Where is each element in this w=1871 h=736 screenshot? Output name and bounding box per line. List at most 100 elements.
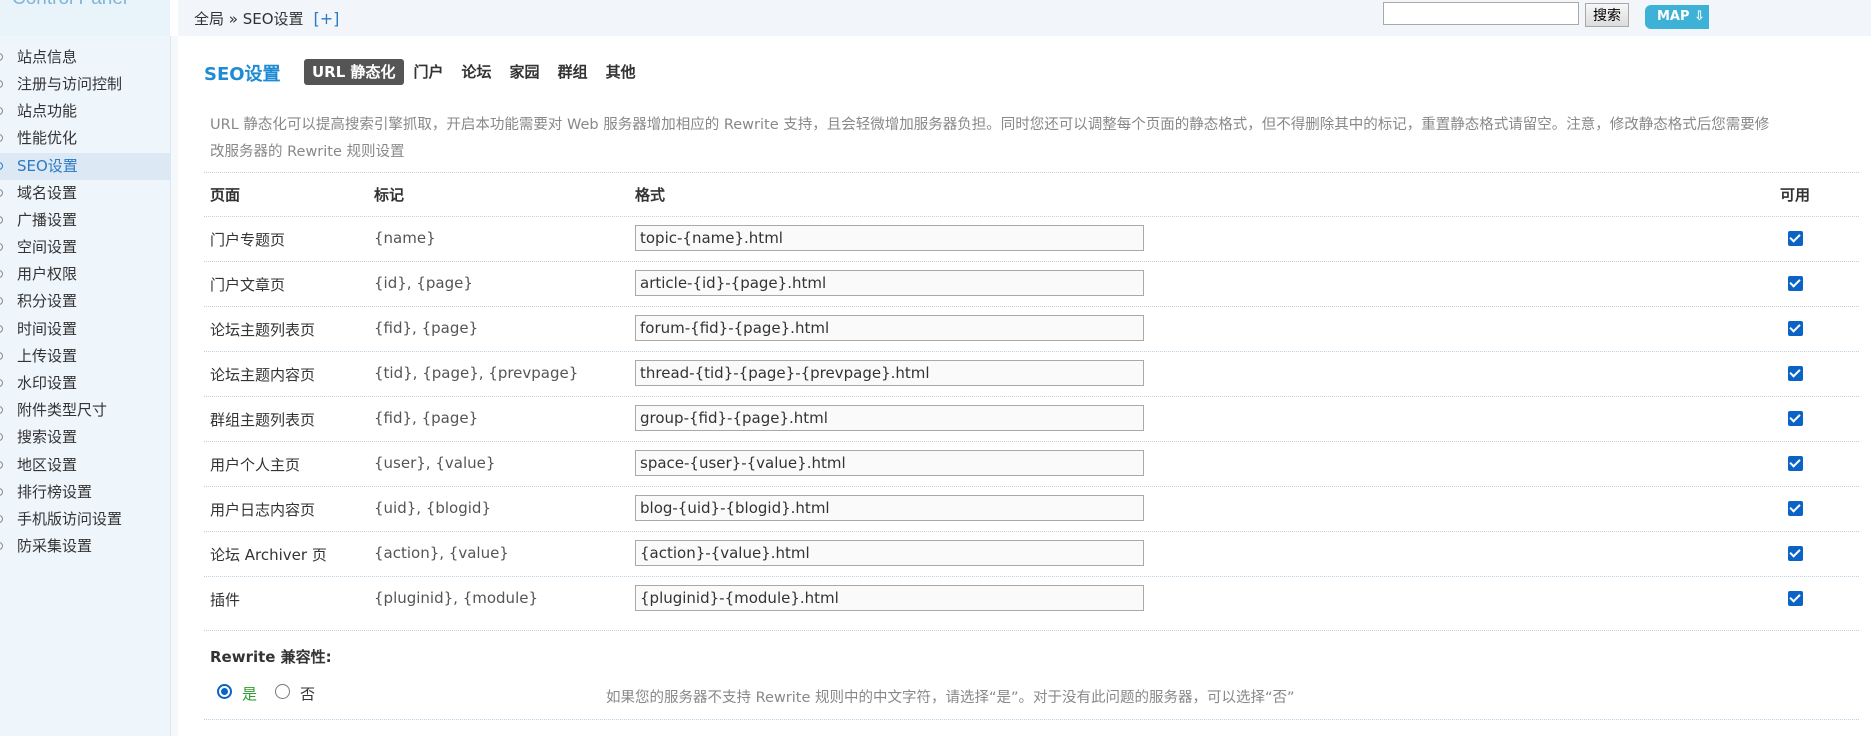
sidebar-item-label: 积分设置 — [17, 292, 78, 310]
tab-other[interactable]: 其他 — [598, 59, 644, 85]
sidebar-item-label: 注册与访问控制 — [17, 75, 123, 93]
bullet-icon — [0, 270, 3, 278]
tab-forum[interactable]: 论坛 — [454, 59, 500, 85]
bullet-icon — [0, 297, 3, 305]
sidebar-item-search[interactable]: 搜索设置 — [0, 424, 170, 451]
search-button[interactable]: 搜索 — [1585, 3, 1629, 27]
search-input[interactable] — [1383, 2, 1579, 25]
enabled-checkbox[interactable] — [1788, 501, 1803, 516]
page-name: 插件 — [210, 591, 241, 609]
sidebar-item-seo[interactable]: SEO设置 — [0, 153, 170, 180]
sidebar-item-label: 防采集设置 — [17, 537, 93, 555]
enabled-checkbox[interactable] — [1788, 321, 1803, 336]
sidebar-item-domain[interactable]: 域名设置 — [0, 180, 170, 207]
enabled-checkbox[interactable] — [1788, 231, 1803, 246]
sidebar-item-user-permissions[interactable]: 用户权限 — [0, 261, 170, 288]
enabled-checkbox[interactable] — [1788, 546, 1803, 561]
mark-list: {action}, {value} — [374, 544, 509, 562]
table-row: 论坛主题内容页 {tid}, {page}, {prevpage} thread… — [178, 352, 1871, 397]
sidebar-item-mobile[interactable]: 手机版访问设置 — [0, 506, 170, 533]
compat-hint-text: 如果您的服务器不支持 Rewrite 规则中的中文字符，请选择“是”。对于没有此… — [606, 690, 1295, 706]
bullet-icon — [0, 406, 3, 414]
table-row: 用户个人主页 {user}, {value} space-{user}-{val… — [178, 442, 1871, 487]
bullet-icon — [0, 80, 3, 88]
divider — [204, 172, 1859, 173]
sidebar-item-label: 时间设置 — [17, 320, 78, 338]
sidebar-item-performance[interactable]: 性能优化 — [0, 125, 170, 152]
sidebar-item-region[interactable]: 地区设置 — [0, 452, 170, 479]
sidebar-item-label: 上传设置 — [17, 347, 78, 365]
format-input[interactable]: blog-{uid}-{blogid}.html — [635, 495, 1144, 521]
sidebar-item-label: 用户权限 — [17, 265, 78, 283]
tab-home[interactable]: 家园 — [502, 59, 548, 85]
format-input[interactable]: {action}-{value}.html — [635, 540, 1144, 566]
format-input[interactable]: article-{id}-{page}.html — [635, 270, 1144, 296]
sidebar-item-space[interactable]: 空间设置 — [0, 234, 170, 261]
mark-list: {fid}, {page} — [374, 319, 479, 337]
divider — [204, 630, 1859, 631]
mark-list: {uid}, {blogid} — [374, 499, 491, 517]
table-row: 论坛 Archiver 页 {action}, {value} {action}… — [178, 532, 1871, 577]
compat-no-radio[interactable] — [275, 684, 290, 699]
sidebar-item-site-features[interactable]: 站点功能 — [0, 98, 170, 125]
enabled-checkbox[interactable] — [1788, 276, 1803, 291]
sidebar-item-watermark[interactable]: 水印设置 — [0, 370, 170, 397]
format-input[interactable]: topic-{name}.html — [635, 225, 1144, 251]
rewrite-compat-label: Rewrite 兼容性: — [210, 648, 332, 666]
mark-list: {tid}, {page}, {prevpage} — [374, 364, 579, 382]
sidebar-item-broadcast[interactable]: 广播设置 — [0, 207, 170, 234]
bullet-icon — [0, 107, 3, 115]
sidebar-item-label: 站点功能 — [17, 102, 78, 120]
tab-url-static[interactable]: URL 静态化 — [304, 59, 404, 85]
sidebar-item-label: 地区设置 — [17, 456, 78, 474]
compat-yes-label[interactable]: 是 — [242, 683, 257, 704]
tab-group[interactable]: 群组 — [550, 59, 596, 85]
enabled-checkbox[interactable] — [1788, 411, 1803, 426]
enabled-checkbox[interactable] — [1788, 456, 1803, 471]
format-input[interactable]: space-{user}-{value}.html — [635, 450, 1144, 476]
bullet-icon — [0, 216, 3, 224]
sidebar-item-site-info[interactable]: 站点信息 — [0, 44, 170, 71]
sidebar-item-ranking[interactable]: 排行榜设置 — [0, 479, 170, 506]
mark-list: {user}, {value} — [374, 454, 496, 472]
sidebar-item-anti-scraping[interactable]: 防采集设置 — [0, 533, 170, 560]
sidebar-item-label: 水印设置 — [17, 374, 78, 392]
compat-no-label[interactable]: 否 — [300, 683, 315, 704]
table-row: 门户文章页 {id}, {page} article-{id}-{page}.h… — [178, 262, 1871, 307]
sidebar-item-label: 手机版访问设置 — [17, 510, 123, 528]
table-row: 论坛主题列表页 {fid}, {page} forum-{fid}-{page}… — [178, 307, 1871, 352]
format-input[interactable]: {pluginid}-{module}.html — [635, 585, 1144, 611]
sidebar-item-label: 广播设置 — [17, 211, 78, 229]
bullet-icon — [0, 53, 3, 61]
bullet-icon — [0, 433, 3, 441]
column-header-page: 页面 — [210, 186, 241, 204]
page-name: 用户日志内容页 — [210, 501, 316, 519]
sidebar-item-label: 附件类型尺寸 — [17, 401, 108, 419]
sidebar-item-label: 性能优化 — [17, 129, 78, 147]
tab-portal[interactable]: 门户 — [406, 59, 452, 85]
sidebar-item-register-access[interactable]: 注册与访问控制 — [0, 71, 170, 98]
bullet-icon — [0, 379, 3, 387]
map-button[interactable]: MAP ⇩ — [1645, 5, 1709, 29]
sidebar-item-label: 搜索设置 — [17, 428, 78, 446]
sidebar-item-credits[interactable]: 积分设置 — [0, 288, 170, 315]
table-row: 用户日志内容页 {uid}, {blogid} blog-{uid}-{blog… — [178, 487, 1871, 532]
bullet-icon — [0, 515, 3, 523]
bullet-icon — [0, 134, 3, 142]
page-name: 群组主题列表页 — [210, 411, 316, 429]
sidebar-item-label: SEO设置 — [17, 157, 78, 175]
sidebar-item-upload[interactable]: 上传设置 — [0, 343, 170, 370]
page-name: 门户专题页 — [210, 231, 286, 249]
sidebar-item-label: 空间设置 — [17, 238, 78, 256]
format-input[interactable]: group-{fid}-{page}.html — [635, 405, 1144, 431]
sidebar-item-time[interactable]: 时间设置 — [0, 316, 170, 343]
sidebar-item-attachment-types[interactable]: 附件类型尺寸 — [0, 397, 170, 424]
format-input[interactable]: forum-{fid}-{page}.html — [635, 315, 1144, 341]
compat-yes-radio[interactable] — [217, 684, 232, 699]
add-to-menu-link[interactable]: [+] — [314, 9, 340, 28]
enabled-checkbox[interactable] — [1788, 366, 1803, 381]
mark-list: {pluginid}, {module} — [374, 589, 539, 607]
enabled-checkbox[interactable] — [1788, 591, 1803, 606]
format-input[interactable]: thread-{tid}-{page}-{prevpage}.html — [635, 360, 1144, 386]
mark-list: {name} — [374, 229, 436, 247]
